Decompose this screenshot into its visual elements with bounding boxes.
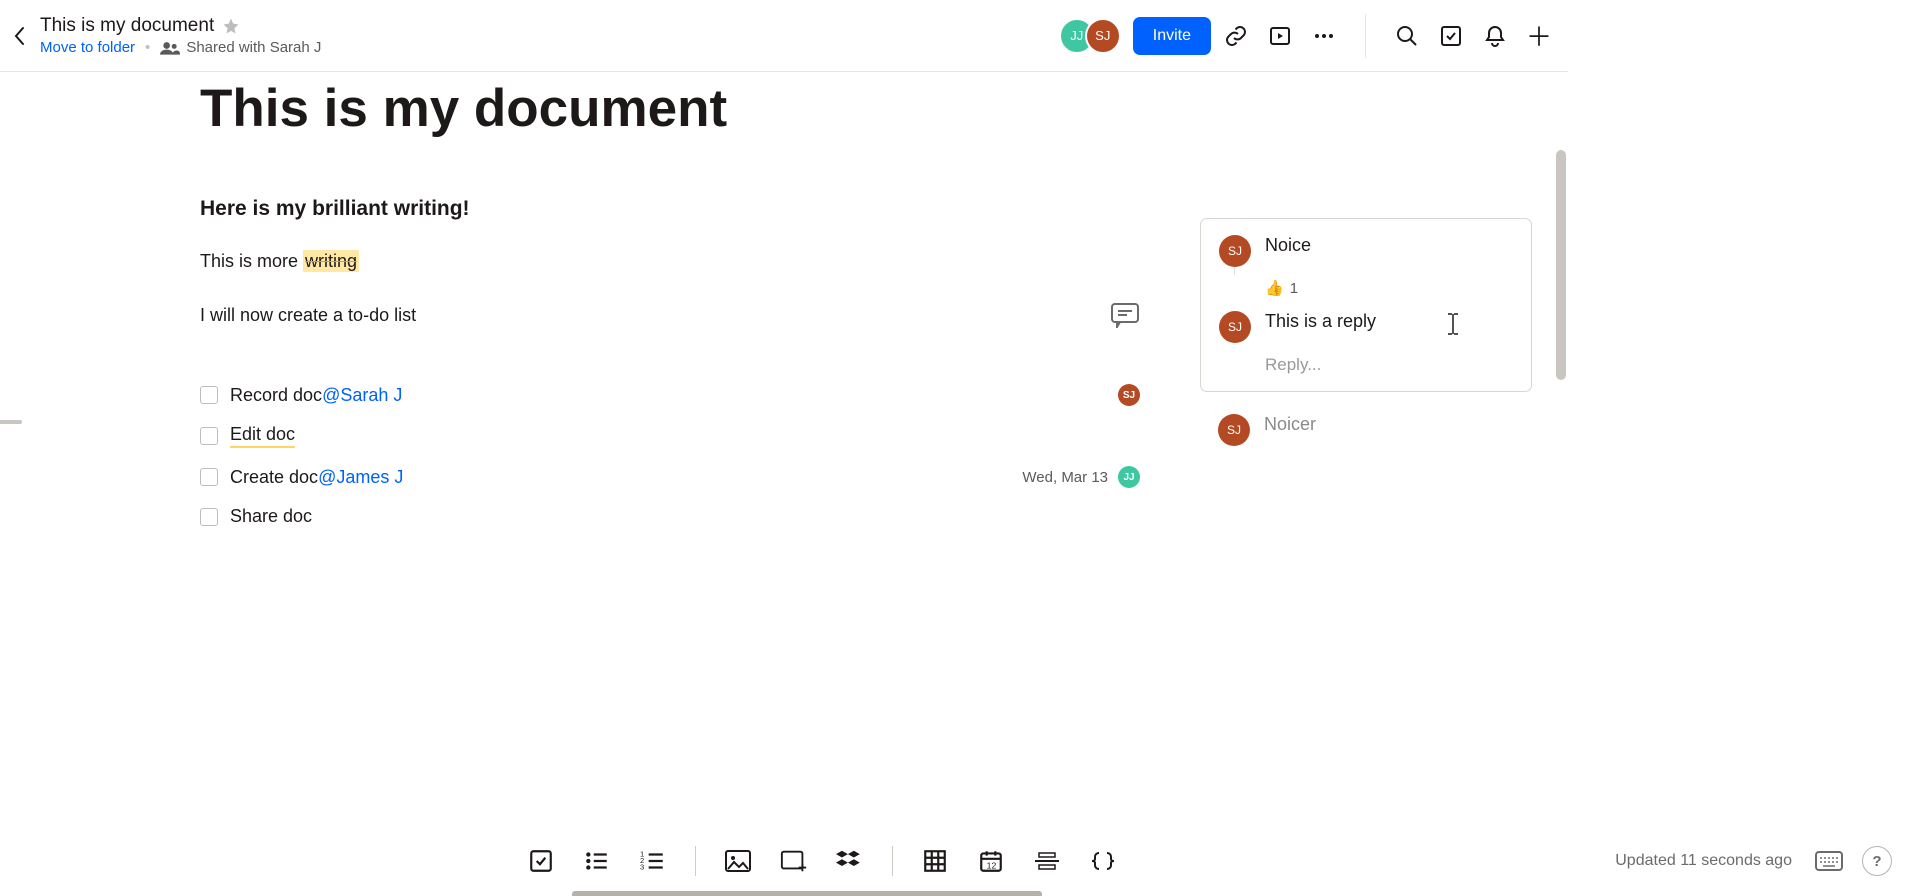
topbar: This is my document Move to folder • Sha… — [0, 0, 1568, 72]
comment[interactable]: SJ Noice — [1219, 235, 1513, 267]
star-icon[interactable] — [222, 17, 240, 35]
checkbox[interactable] — [200, 427, 218, 445]
comment[interactable]: SJ This is a reply — [1219, 311, 1513, 343]
search-icon[interactable] — [1394, 23, 1420, 49]
text: I will now create a to-do list — [200, 305, 416, 326]
mention[interactable]: @James J — [318, 467, 403, 488]
topbar-actions: ＋ — [1223, 14, 1552, 58]
comment-icon[interactable] — [1110, 302, 1140, 328]
comment-panel: SJ Noice 👍 1 SJ This is a reply Reply...… — [1200, 218, 1532, 446]
todo-text: Share doc — [230, 506, 312, 527]
divider — [1365, 14, 1366, 58]
document-body[interactable]: This is my document Here is my brilliant… — [200, 72, 1140, 545]
todo-text: Record doc — [230, 385, 322, 406]
shared-with-text: Shared with Sarah J — [186, 39, 321, 56]
highlighted-text[interactable]: writing — [303, 250, 359, 272]
document-canvas: This is my document Here is my brilliant… — [0, 72, 1568, 662]
todo-text: Create doc — [230, 467, 318, 488]
paragraph[interactable]: I will now create a to-do list — [200, 302, 1140, 328]
shared-with[interactable]: Shared with Sarah J — [160, 39, 321, 56]
todo-list: Record doc @Sarah J SJ Edit doc Create d… — [200, 384, 1140, 527]
more-icon[interactable] — [1311, 23, 1337, 49]
comment-thread-card[interactable]: SJ Noice 👍 1 SJ This is a reply Reply... — [1200, 218, 1532, 392]
comment[interactable]: SJ Noicer — [1200, 414, 1532, 446]
divider — [695, 846, 696, 876]
scrollbar-thumb[interactable] — [1556, 150, 1566, 380]
page-title[interactable]: This is my document — [200, 78, 1140, 139]
code-block-icon[interactable] — [1089, 847, 1117, 875]
text: This is more — [200, 251, 303, 271]
divider — [892, 846, 893, 876]
chevron-left-icon — [14, 26, 26, 46]
comment-body: This is a reply — [1265, 311, 1376, 343]
table-icon[interactable] — [921, 847, 949, 875]
divider-icon[interactable] — [1033, 847, 1061, 875]
assignee-avatar[interactable]: SJ — [1118, 384, 1140, 406]
comment-body: Noice — [1265, 235, 1311, 267]
people-icon — [160, 41, 180, 55]
insert-block-icon[interactable] — [780, 847, 808, 875]
bottom-scrollbar[interactable] — [572, 891, 1042, 896]
checkbox[interactable] — [200, 468, 218, 486]
image-icon[interactable] — [724, 847, 752, 875]
separator-dot: • — [145, 39, 150, 56]
move-to-folder-link[interactable]: Move to folder — [40, 39, 135, 56]
checkbox[interactable] — [200, 508, 218, 526]
help-button[interactable]: ? — [1862, 846, 1892, 876]
notifications-icon[interactable] — [1482, 23, 1508, 49]
reaction[interactable]: 👍 1 — [1265, 279, 1513, 297]
calendar-icon[interactable]: 12 — [977, 847, 1005, 875]
avatar: SJ — [1219, 311, 1251, 343]
link-icon[interactable] — [1223, 23, 1249, 49]
todo-item[interactable]: Edit doc — [200, 424, 1140, 448]
back-button[interactable] — [8, 24, 32, 48]
checkbox[interactable] — [200, 386, 218, 404]
invite-button[interactable]: Invite — [1133, 17, 1211, 55]
thread-line — [1234, 267, 1235, 275]
updated-status: Updated 11 seconds ago — [1615, 852, 1792, 870]
todo-item[interactable]: Record doc @Sarah J SJ — [200, 384, 1140, 406]
svg-text:12: 12 — [986, 861, 996, 871]
todo-item[interactable]: Create doc @James J Wed, Mar 13 JJ — [200, 466, 1140, 488]
mention[interactable]: @Sarah J — [322, 385, 402, 406]
due-date[interactable]: Wed, Mar 13 — [1022, 469, 1108, 486]
avatar: SJ — [1218, 414, 1250, 446]
left-handle[interactable] — [0, 420, 22, 424]
assignee-avatar[interactable]: JJ — [1118, 466, 1140, 488]
svg-text:3: 3 — [640, 863, 644, 872]
todo-text: Edit doc — [230, 424, 295, 448]
reaction-count: 1 — [1290, 280, 1298, 297]
bottom-toolbar: 123 12 Updated 11 seconds ago ? — [0, 826, 1920, 896]
add-icon[interactable]: ＋ — [1526, 23, 1552, 49]
todo-item[interactable]: Share doc — [200, 506, 1140, 527]
bullet-list-icon[interactable] — [583, 847, 611, 875]
text-cursor-icon — [1446, 312, 1460, 336]
thumbs-up-icon: 👍 — [1265, 279, 1284, 297]
reply-input[interactable]: Reply... — [1265, 355, 1513, 375]
tasks-icon[interactable] — [1438, 23, 1464, 49]
paragraph[interactable]: This is more writing — [200, 251, 1140, 272]
checklist-icon[interactable] — [527, 847, 555, 875]
avatar[interactable]: SJ — [1085, 18, 1121, 54]
presence-avatars[interactable]: JJ SJ — [1059, 18, 1121, 54]
dropbox-icon[interactable] — [836, 847, 864, 875]
avatar: SJ — [1219, 235, 1251, 267]
title-block: This is my document Move to folder • Sha… — [40, 15, 321, 56]
doc-title[interactable]: This is my document — [40, 15, 214, 37]
subheading[interactable]: Here is my brilliant writing! — [200, 197, 1140, 221]
present-icon[interactable] — [1267, 23, 1293, 49]
keyboard-icon[interactable] — [1814, 850, 1844, 872]
insert-tools: 123 12 — [527, 846, 1117, 876]
comment-body: Noicer — [1264, 414, 1316, 446]
numbered-list-icon[interactable]: 123 — [639, 847, 667, 875]
